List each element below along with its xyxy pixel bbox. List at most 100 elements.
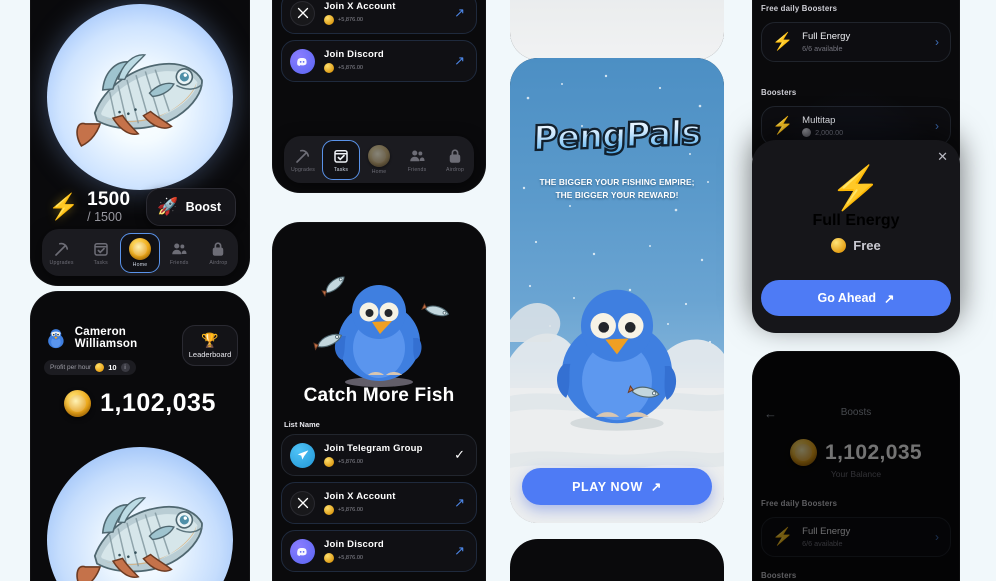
tab-friends[interactable]: Friends [160,233,199,273]
tab-label: Airdrop [209,259,228,266]
tab-label: Tasks [93,259,108,266]
bottom-tab-bar: Upgrades Tasks Home Friends Airdrop [42,229,238,276]
booster-title: Full Energy [802,31,851,42]
tagline-line-2: THE BIGGER YOUR REWARD! [555,189,679,200]
tab-label: Upgrades [49,259,74,266]
lock-icon [449,148,461,163]
pengpals-promo-card: PengPals THE BIGGER YOUR FISHING EMPIRE;… [510,58,724,523]
tab-label: Friends [169,259,189,266]
tab-home[interactable]: Home [360,140,398,180]
play-now-label: PLAY NOW [572,479,643,494]
task-row[interactable]: Join Telegram Group +5,876.00 ✓ [281,434,477,476]
dim-overlay [752,351,960,581]
booster-subtitle: 6/6 available [802,44,843,53]
discord-logo-icon [290,48,315,74]
leaderboard-button-label: Leaderboard [188,350,232,359]
tab-upgrades[interactable]: Upgrades [42,233,81,273]
clipboard-check-icon [334,149,348,163]
bolt-icon: ⚡ [829,164,883,211]
task-title: Join Discord [324,539,384,550]
tab-upgrades[interactable]: Upgrades [284,140,322,180]
leaderboard-button[interactable]: 🏆 Leaderboard [182,325,238,366]
energy-current: 1500 [87,188,131,210]
info-icon[interactable]: i [120,363,130,372]
tab-airdrop[interactable]: Airdrop [436,140,474,180]
check-icon: ✓ [454,447,465,462]
tab-home[interactable]: Home [120,232,160,273]
task-row[interactable]: Join X Account +5,876.00 ↗ [281,482,477,524]
play-now-button[interactable]: PLAY NOW ↗ [522,468,712,505]
fish-orb[interactable] [47,4,233,190]
task-title: Join Discord [324,49,384,60]
snow-background [510,0,724,60]
task-reward: +5,876.00 [338,507,364,513]
promo-tagline: THE BIGGER YOUR FISHING EMPIRE; THE BIGG… [524,176,710,201]
task-title: Join X Account [324,1,396,12]
tab-label: Tasks [333,166,349,173]
pengpals-logo-text: PengPals [531,112,702,160]
coin-icon [831,238,847,253]
profile-screen-card: Cameron Williamson Profit per hour 10 i … [30,291,250,581]
external-link-icon[interactable]: ↗ [454,5,465,21]
section-label: Free daily Boosters [761,4,838,13]
coin-icon [324,457,334,467]
fish-orb[interactable] [47,447,233,581]
coin-icon [324,63,334,73]
balance-row: 1,102,035 [30,389,250,418]
tab-friends[interactable]: Friends [398,140,436,180]
x-logo-icon [290,0,315,26]
task-row[interactable]: Join Discord +5,876.00 ↗ [281,530,477,572]
tab-label: Friends [407,166,427,173]
coin-icon [64,390,92,417]
task-reward: +5,876.00 [338,555,364,561]
external-link-icon[interactable]: ↗ [454,543,465,559]
booster-row-full-energy[interactable]: ⚡ Full Energy 6/6 available › [761,22,951,62]
arrow-up-right-icon: ↗ [884,291,895,306]
go-ahead-button[interactable]: Go Ahead ↗ [761,280,951,316]
tab-label: Home [132,261,148,268]
screenshot-board: ⚡ 1500 / 1500 🚀 Boost Upgrades Tasks Hom… [0,0,996,581]
boost-button-label: Boost [185,200,221,214]
tab-tasks[interactable]: Tasks [321,139,361,180]
task-row[interactable]: Join Discord +5,876.00 ↗ [281,40,477,82]
task-reward: +5,876.00 [338,65,364,71]
profit-value: 10 [108,363,117,372]
close-icon[interactable]: ✕ [937,149,948,165]
external-link-icon[interactable]: ↗ [454,53,465,69]
tab-tasks[interactable]: Tasks [81,233,120,273]
profile-header: Cameron Williamson Profit per hour 10 i … [44,325,238,375]
coin-icon [324,15,334,25]
pickaxe-icon [296,149,310,163]
arrow-up-right-icon: ↗ [650,480,662,494]
modal-price: Free [752,238,960,253]
home-screen-card: ⚡ 1500 / 1500 🚀 Boost Upgrades Tasks Hom… [30,0,250,286]
coin-icon [324,505,334,515]
profit-label: Profit per hour [50,364,92,371]
promo-card-bottom-sliver [510,539,724,581]
free-boosters-section: Free daily Boosters ⚡ Full Energy 6/6 av… [761,4,951,62]
tab-airdrop[interactable]: Airdrop [199,233,238,273]
lock-icon [213,241,224,256]
task-row[interactable]: Join X Account +5,876.00 ↗ [281,0,477,34]
coin-icon [128,237,151,260]
task-reward: +5,876.00 [338,459,364,465]
coin-icon [324,553,334,563]
fish-illustration [76,54,203,147]
bottom-tab-bar: Upgrades Tasks Home Friends Airdrop [284,136,474,183]
external-link-icon[interactable]: ↗ [454,495,465,511]
trophy-icon: 🏆 [201,332,219,348]
boosts-screen-card: ← Boosts 1,102,035 Your Balance Free dai… [752,351,960,581]
bolt-icon: ⚡ [48,192,80,221]
clipboard-check-icon [94,242,108,256]
task-title: Join Telegram Group [324,443,423,454]
task-reward: +5,876.00 [338,17,364,23]
boost-button[interactable]: 🚀 Boost [146,188,236,226]
profit-per-hour-pill[interactable]: Profit per hour 10 i [44,360,136,375]
go-ahead-label: Go Ahead [817,291,877,305]
energy-max: / 1500 [87,209,122,224]
bolt-icon: ⚡ [772,32,794,51]
modal-title: Full Energy [812,212,900,229]
tasks-screen-card: Join X Account +5,876.00 ↗ Join Discord [272,0,486,193]
energy-row: ⚡ 1500 / 1500 🚀 Boost [48,188,236,226]
list-label: List Name [284,420,320,429]
